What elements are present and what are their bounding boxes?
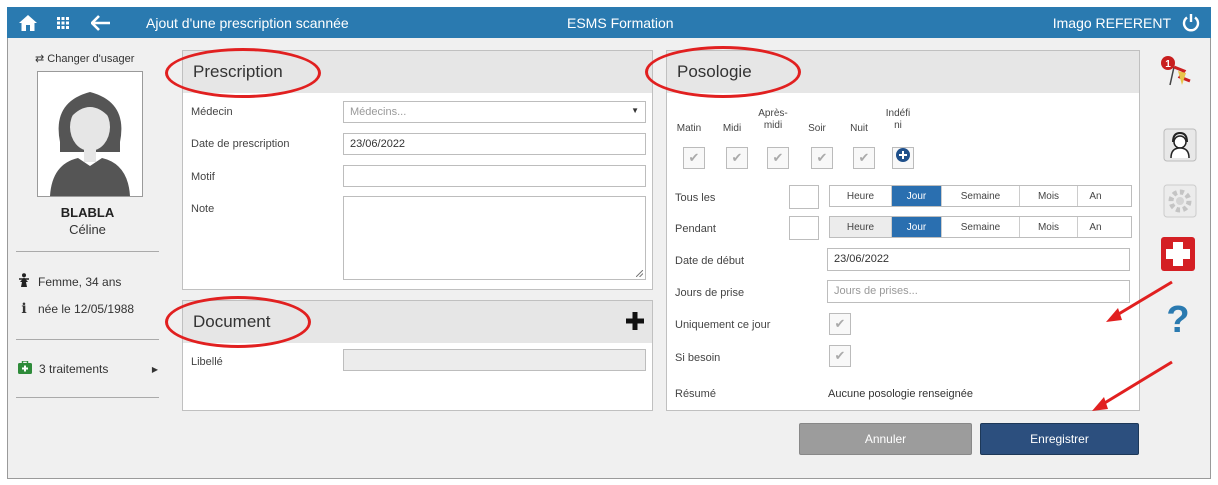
pendant-label: Pendant	[675, 223, 716, 235]
uniquement-label: Uniquement ce jour	[675, 319, 771, 331]
treatments-label: 3 traitements	[39, 362, 109, 376]
patient-sex-age: Femme, 34 ans	[18, 273, 121, 290]
motif-input[interactable]	[343, 165, 646, 187]
unit-option-jour[interactable]: Jour	[892, 217, 942, 237]
unit-option-heure[interactable]: Heure	[830, 186, 892, 206]
page-title: Ajout d'une prescription scannée	[146, 15, 349, 31]
resume-label: Résumé	[675, 388, 716, 400]
change-user-link[interactable]: ⇄ Changer d'usager	[35, 52, 134, 65]
dropdown-caret-icon: ▼	[631, 106, 639, 115]
posologie-panel: Posologie Matin ✔ Midi ✔ Après- midi ✔ Soir ✔ Nu…	[666, 50, 1140, 411]
patient-birthdate: i née le 12/05/1988	[18, 301, 134, 317]
swap-icon: ⇄	[35, 53, 45, 65]
settings-gear-icon[interactable]	[1162, 183, 1198, 219]
unit-option-heure[interactable]: Heure	[830, 217, 892, 237]
libelle-input[interactable]	[343, 349, 646, 371]
pendant-input[interactable]	[789, 216, 819, 240]
uniquement-checkbox[interactable]: ✔	[829, 313, 851, 335]
prescription-panel: Prescription Médecin Médecins... ▼ Date …	[182, 50, 653, 290]
posologie-title: Posologie	[667, 51, 1139, 93]
medecin-label: Médecin	[191, 106, 233, 118]
note-label: Note	[191, 203, 215, 215]
save-button[interactable]: Enregistrer	[980, 423, 1139, 455]
moment-checkbox[interactable]: ✔	[811, 147, 833, 169]
tous-les-input[interactable]	[789, 185, 819, 209]
moment-checkbox[interactable]: ✔	[726, 147, 748, 169]
unit-option-an[interactable]: An	[1078, 217, 1113, 237]
back-arrow-icon[interactable]	[89, 7, 113, 38]
add-moment-icon[interactable]	[896, 148, 910, 165]
treatments-link[interactable]: 3 traitements ▶	[18, 360, 158, 377]
patient-first-name: Céline	[69, 222, 106, 237]
cancel-button[interactable]: Annuler	[799, 423, 972, 455]
moment-label: Midi	[722, 123, 742, 134]
sex-age-text: Femme, 34 ans	[38, 274, 122, 289]
unit-option-semaine[interactable]: Semaine	[942, 186, 1020, 206]
tous-les-unit-selector: Heure Jour Semaine Mois An	[829, 185, 1132, 207]
change-user-label: Changer d'usager	[47, 53, 135, 65]
female-person-icon	[18, 273, 30, 290]
moment-label: Indéfi ni	[885, 108, 911, 131]
pendant-unit-selector: Heure Jour Semaine Mois An	[829, 216, 1132, 238]
avatar	[37, 71, 143, 197]
info-icon: i	[21, 301, 27, 317]
patient-last-name: BLABLA	[60, 205, 115, 220]
caret-right-icon: ▶	[151, 364, 158, 374]
unit-option-mois[interactable]: Mois	[1020, 217, 1078, 237]
resume-value: Aucune posologie renseignée	[828, 388, 973, 400]
unit-option-an[interactable]: An	[1078, 186, 1113, 206]
si-besoin-checkbox[interactable]: ✔	[829, 345, 851, 367]
support-headset-icon[interactable]	[1162, 127, 1198, 163]
date-debut-input[interactable]: 23/06/2022	[827, 248, 1130, 271]
motif-label: Motif	[191, 171, 215, 183]
libelle-label: Libellé	[191, 356, 223, 368]
document-title: Document	[183, 301, 652, 343]
add-document-icon[interactable]	[626, 312, 644, 333]
svg-text:?: ?	[1166, 300, 1189, 336]
help-question-icon[interactable]: ?	[1160, 300, 1196, 336]
prescription-title: Prescription	[183, 51, 652, 93]
jours-prise-label: Jours de prise	[675, 287, 745, 299]
medical-kit-icon	[18, 360, 32, 377]
jours-prise-placeholder: Jours de prises...	[834, 285, 918, 297]
si-besoin-label: Si besoin	[675, 352, 721, 364]
establishment-name: ESMS Formation	[567, 15, 674, 31]
document-panel: Document Libellé	[182, 300, 653, 411]
jours-prise-input[interactable]: Jours de prises...	[827, 280, 1130, 303]
tous-les-label: Tous les	[675, 192, 716, 204]
app-header: Ajout d'une prescription scannée ESMS Fo…	[7, 7, 1211, 38]
moment-checkbox[interactable]: ✔	[683, 147, 705, 169]
moment-label: Soir	[808, 123, 826, 134]
notifications-flag-icon[interactable]: 1	[1160, 55, 1196, 91]
power-icon[interactable]	[1179, 7, 1203, 38]
divider	[16, 251, 159, 252]
resize-handle-icon[interactable]	[636, 270, 643, 277]
divider	[16, 339, 159, 340]
date-prescription-input[interactable]: 23/06/2022	[343, 133, 646, 155]
home-icon[interactable]	[17, 7, 39, 38]
divider	[16, 397, 159, 398]
medical-cross-icon[interactable]	[1160, 236, 1196, 272]
moment-checkbox[interactable]: ✔	[853, 147, 875, 169]
moment-checkbox[interactable]: ✔	[767, 147, 789, 169]
unit-option-mois[interactable]: Mois	[1020, 186, 1078, 206]
date-debut-label: Date de début	[675, 255, 745, 267]
unit-option-jour[interactable]: Jour	[892, 186, 942, 206]
birthdate-text: née le 12/05/1988	[38, 302, 135, 316]
user-name[interactable]: Imago REFERENT	[1053, 15, 1171, 31]
patient-sidebar: ⇄ Changer d'usager BLABLA Céline Femme, …	[8, 39, 167, 478]
moment-label: Après- midi	[758, 108, 788, 131]
notification-count: 1	[1165, 59, 1171, 70]
moment-label: Matin	[676, 123, 702, 134]
date-prescription-label: Date de prescription	[191, 138, 290, 150]
moment-label: Nuit	[850, 123, 868, 134]
grid-menu-icon[interactable]	[54, 7, 72, 38]
unit-option-semaine[interactable]: Semaine	[942, 217, 1020, 237]
medecin-select[interactable]: Médecins... ▼	[343, 101, 646, 123]
note-textarea[interactable]	[343, 196, 646, 280]
medecin-placeholder: Médecins...	[350, 106, 407, 118]
